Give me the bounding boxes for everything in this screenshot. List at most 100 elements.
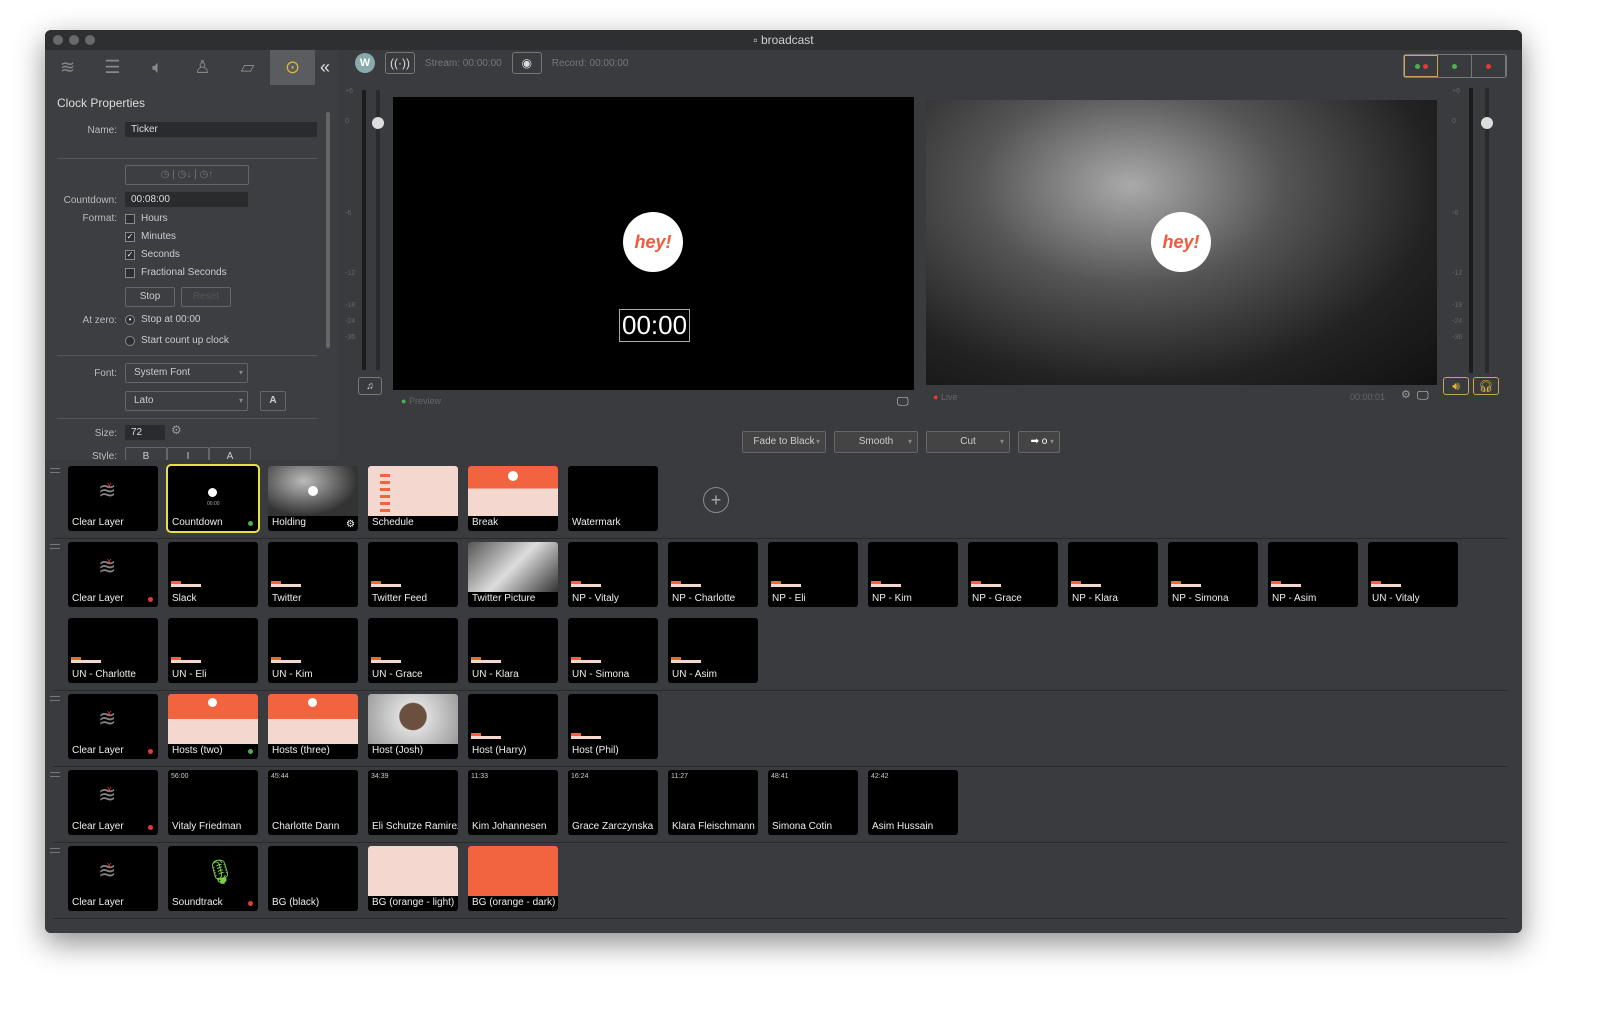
layer-tile[interactable]: NP - Kim: [868, 542, 958, 607]
clock-mode-segmented[interactable]: ◷ | ◷↓ | ◷↑: [125, 165, 249, 185]
layer-tile[interactable]: NP - Asim: [1268, 542, 1358, 607]
audio-icon[interactable]: 🔈︎: [135, 50, 180, 85]
person-icon[interactable]: ♙: [180, 50, 225, 85]
panel-scrollbar[interactable]: [326, 112, 330, 348]
format-checkbox[interactable]: ✓ Seconds: [125, 249, 180, 260]
double-chevron-left-icon[interactable]: «: [315, 57, 335, 78]
checkbox[interactable]: [125, 213, 135, 224]
preview-volume-slider[interactable]: [376, 90, 380, 370]
layer-tile[interactable]: Twitter Picture: [468, 542, 558, 607]
smooth-transition-select[interactable]: Smooth: [834, 431, 918, 453]
mode-preview[interactable]: [1438, 55, 1472, 77]
at-zero-radio[interactable]: • Stop at 00:00: [125, 314, 201, 325]
audio-monitor-icon[interactable]: ♫: [358, 377, 382, 395]
gear-icon[interactable]: ⚙: [171, 423, 182, 437]
layer-tile[interactable]: ≋ x Clear Layer: [68, 694, 158, 759]
layer-tile[interactable]: Hosts (two): [168, 694, 258, 759]
clock-text[interactable]: 00:00: [619, 309, 691, 342]
layer-tile[interactable]: NP - Charlotte: [668, 542, 758, 607]
monitor-icon[interactable]: 🖵︎: [897, 394, 909, 409]
minimize-button[interactable]: [69, 35, 79, 45]
close-button[interactable]: [53, 35, 63, 45]
at-zero-radio[interactable]: Start count up clock: [125, 335, 229, 346]
layer-tile[interactable]: UN - Kim: [268, 618, 358, 683]
layer-tile[interactable]: Hosts (three): [268, 694, 358, 759]
layer-tile[interactable]: ≋ x Clear Layer: [68, 542, 158, 607]
shape-icon[interactable]: ▱: [225, 50, 270, 85]
bold-button[interactable]: B: [125, 447, 167, 460]
reset-button[interactable]: Reset: [181, 287, 231, 307]
live-volume-slider[interactable]: [1485, 88, 1489, 373]
layer-tile[interactable]: NP - Vitaly: [568, 542, 658, 607]
font-panel-icon[interactable]: A: [260, 391, 286, 411]
record-icon[interactable]: ◉: [511, 52, 542, 74]
mode-live[interactable]: [1472, 55, 1506, 77]
add-tile-button[interactable]: +: [703, 487, 729, 513]
format-checkbox[interactable]: ✓ Minutes: [125, 231, 176, 242]
layer-tile[interactable]: UN - Grace: [368, 618, 458, 683]
preview-volume-knob[interactable]: [372, 117, 384, 129]
layer-tile[interactable]: 56:00 Vitaly Friedman: [168, 770, 258, 835]
layer-tile[interactable]: Schedule: [368, 466, 458, 531]
layer-tile[interactable]: ≋ x Clear Layer: [68, 770, 158, 835]
live-volume-knob[interactable]: [1481, 117, 1493, 129]
go-button[interactable]: ➡ o: [1018, 431, 1060, 453]
layer-tile[interactable]: BG (black): [268, 846, 358, 911]
layer-drag-handle[interactable]: [50, 772, 60, 777]
layer-tile[interactable]: Host (Harry): [468, 694, 558, 759]
layer-drag-handle[interactable]: [50, 468, 60, 473]
layer-tile[interactable]: UN - Simona: [568, 618, 658, 683]
format-checkbox[interactable]: Fractional Seconds: [125, 267, 227, 278]
layers-icon[interactable]: ≋: [45, 50, 90, 85]
gear-icon[interactable]: ⚙: [346, 519, 355, 530]
size-input[interactable]: 72: [125, 425, 165, 440]
layer-tile[interactable]: UN - Charlotte: [68, 618, 158, 683]
font-select[interactable]: System Font: [125, 363, 248, 383]
layer-tile[interactable]: Twitter: [268, 542, 358, 607]
layout-mode-switch[interactable]: [1403, 54, 1507, 78]
stop-button[interactable]: Stop: [125, 287, 175, 307]
fade-to-black-select[interactable]: Fade to Black: [742, 431, 826, 453]
layer-drag-handle[interactable]: [50, 544, 60, 549]
layer-tile[interactable]: UN - Klara: [468, 618, 558, 683]
layer-tile[interactable]: BG (orange - light): [368, 846, 458, 911]
more-icon[interactable]: ⊙: [270, 50, 315, 85]
layer-tile[interactable]: 11:33 Kim Johannesen: [468, 770, 558, 835]
layer-tile[interactable]: Watermark: [568, 466, 658, 531]
italic-button[interactable]: I: [167, 447, 209, 460]
checkbox[interactable]: ✓: [125, 249, 135, 260]
layer-tile[interactable]: UN - Asim: [668, 618, 758, 683]
layer-drag-handle[interactable]: [50, 848, 60, 853]
layer-tile[interactable]: UN - Eli: [168, 618, 258, 683]
preview-canvas[interactable]: hey! 00:00: [393, 97, 914, 390]
layer-tile[interactable]: Host (Phil): [568, 694, 658, 759]
radio[interactable]: •: [125, 314, 135, 325]
layer-tile[interactable]: 34:39 Eli Schutze Ramirez: [368, 770, 458, 835]
layer-tile[interactable]: 16:24 Grace Zarczynska: [568, 770, 658, 835]
checkbox[interactable]: [125, 267, 135, 278]
layer-tile[interactable]: NP - Grace: [968, 542, 1058, 607]
monitor-icon[interactable]: 🖵︎: [1417, 388, 1429, 403]
mode-both[interactable]: [1404, 55, 1438, 77]
gear-icon[interactable]: ⚙: [1401, 388, 1411, 401]
radio[interactable]: [125, 335, 135, 346]
layer-tile[interactable]: Holding ⚙: [268, 466, 358, 531]
format-checkbox[interactable]: Hours: [125, 213, 168, 224]
checkbox[interactable]: ✓: [125, 231, 135, 242]
text-style-button[interactable]: A: [209, 447, 251, 460]
layer-tile[interactable]: Twitter Feed: [368, 542, 458, 607]
layer-tile[interactable]: ≋ x Clear Layer: [68, 466, 158, 531]
wifi-icon[interactable]: ((·)): [385, 52, 415, 74]
layer-tile[interactable]: 48:41 Simona Cotin: [768, 770, 858, 835]
layer-tile[interactable]: 11:27 Klara Fleischmann: [668, 770, 758, 835]
layer-tile[interactable]: NP - Eli: [768, 542, 858, 607]
layer-drag-handle[interactable]: [50, 696, 60, 701]
cut-transition-select[interactable]: Cut: [926, 431, 1010, 453]
zoom-button[interactable]: [85, 35, 95, 45]
layer-tile[interactable]: 45:44 Charlotte Dann: [268, 770, 358, 835]
layer-tile[interactable]: NP - Simona: [1168, 542, 1258, 607]
layer-tile[interactable]: Host (Josh): [368, 694, 458, 759]
headphones-icon[interactable]: 🎧︎: [1473, 377, 1499, 395]
sliders-icon[interactable]: ☰: [90, 50, 135, 85]
name-input[interactable]: Ticker: [125, 122, 317, 137]
